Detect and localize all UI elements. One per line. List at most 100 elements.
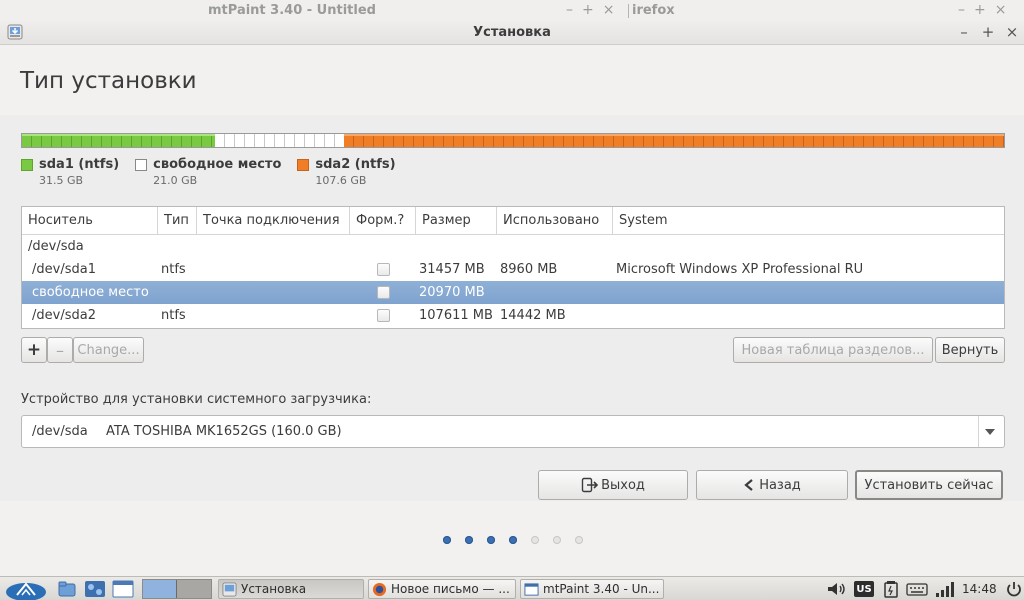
minimize-button[interactable]: – <box>954 23 974 41</box>
table-row[interactable]: /dev/sda1 ntfs 31457 MB 8960 MB Microsof… <box>22 258 1004 281</box>
system-monitor-icon[interactable] <box>84 579 106 599</box>
format-checkbox[interactable] <box>377 286 390 299</box>
background-window-titlebar: mtPaint 3.40 - Untitled –+× irefox –+× <box>0 0 1024 22</box>
new-partition-table-button[interactable]: Новая таблица разделов... <box>733 337 933 363</box>
quit-label: Выход <box>601 477 645 493</box>
table-row[interactable]: /dev/sda <box>22 235 1004 258</box>
legend-size: 21.0 GB <box>153 174 198 187</box>
keyboard-icon[interactable] <box>906 579 928 599</box>
quit-button[interactable]: Выход <box>538 470 688 500</box>
page-header: Тип установки <box>0 45 1024 115</box>
clock[interactable]: 14:48 <box>962 579 1002 599</box>
revert-button[interactable]: Вернуть <box>935 337 1005 363</box>
chevron-left-icon <box>744 479 753 491</box>
window-icon[interactable] <box>112 579 134 599</box>
mtpaint-icon <box>524 583 539 596</box>
taskbar: Установка Новое письмо — ... mtPaint 3.4… <box>0 576 1024 600</box>
task-new-mail[interactable]: Новое письмо — ... <box>368 579 516 599</box>
install-now-button[interactable]: Установить сейчас <box>855 470 1003 500</box>
exit-icon <box>581 477 599 493</box>
firefox-window-controls[interactable]: –+× <box>958 2 1015 18</box>
cell-used: 14442 MB <box>500 308 566 323</box>
column-header-format[interactable]: Форм.? <box>350 207 416 234</box>
legend-item: свободное место 21.0 GB <box>135 157 281 187</box>
add-partition-button[interactable]: + <box>21 337 47 363</box>
task-mtpaint[interactable]: mtPaint 3.40 - Un... <box>520 579 664 599</box>
cell-device: /dev/sda2 <box>32 308 96 323</box>
legend-item: sda2 (ntfs) 107.6 GB <box>297 157 396 187</box>
back-button[interactable]: Назад <box>696 470 848 500</box>
column-header-type[interactable]: Тип <box>158 207 197 234</box>
file-manager-icon[interactable] <box>58 579 76 599</box>
mtpaint-window-controls[interactable]: –+× <box>566 2 623 18</box>
window-titlebar[interactable]: Установка – + × <box>0 21 1024 45</box>
dropdown-toggle[interactable] <box>978 416 1004 447</box>
table-row[interactable]: /dev/sda2 ntfs 107611 MB 14442 MB <box>22 304 1004 327</box>
progress-dot <box>509 536 517 544</box>
cell-device: /dev/sda1 <box>32 262 96 277</box>
format-checkbox[interactable] <box>377 309 390 322</box>
cell-format <box>350 286 416 299</box>
bootloader-model: ATA TOSHIBA MK1652GS (160.0 GB) <box>106 424 342 439</box>
installer-window: Установка – + × Тип установки sda1 (ntfs… <box>0 21 1024 576</box>
table-header: Носитель Тип Точка подключения Форм.? Ра… <box>22 207 1004 235</box>
cell-type: ntfs <box>161 308 186 323</box>
task-label: Установка <box>241 582 307 596</box>
cell-device: /dev/sda <box>28 239 84 254</box>
partition-legend: sda1 (ntfs) 31.5 GB свободное место 21.0… <box>21 157 412 187</box>
partition-bar-segment-free <box>215 134 345 147</box>
partition-bar-segment-sda1 <box>22 134 216 147</box>
cell-size: 31457 MB <box>419 262 485 277</box>
bootloader-label: Устройство для установки системного загр… <box>21 392 372 407</box>
remove-partition-button[interactable]: – <box>47 337 73 363</box>
cell-format <box>350 309 416 322</box>
battery-icon[interactable] <box>884 579 898 599</box>
mtpaint-title[interactable]: mtPaint 3.40 - Untitled <box>208 3 376 18</box>
workspace-1[interactable] <box>143 580 177 598</box>
installer-icon <box>222 582 237 597</box>
progress-dot <box>531 536 539 544</box>
partition-bar <box>21 133 1005 148</box>
legend-size: 107.6 GB <box>315 174 367 187</box>
change-partition-button[interactable]: Change... <box>73 337 144 363</box>
legend-swatch-green <box>21 158 33 171</box>
column-header-device[interactable]: Носитель <box>22 207 158 234</box>
column-header-size[interactable]: Размер <box>416 207 497 234</box>
legend-label: sda2 (ntfs) <box>315 157 396 172</box>
legend-swatch-white <box>135 158 148 171</box>
column-header-system[interactable]: System <box>613 207 1004 234</box>
cell-device: свободное место <box>32 285 149 300</box>
start-menu-icon[interactable] <box>4 578 48 600</box>
firefox-title[interactable]: irefox <box>632 3 675 18</box>
progress-dot <box>487 536 495 544</box>
close-button[interactable]: × <box>1002 23 1022 41</box>
divider <box>628 4 629 18</box>
bootloader-device-select[interactable]: /dev/sda ATA TOSHIBA MK1652GS (160.0 GB) <box>21 415 1005 448</box>
back-label: Назад <box>759 477 801 493</box>
network-signal-icon[interactable] <box>934 579 956 599</box>
page-title: Тип установки <box>20 68 197 94</box>
legend-label: sda1 (ntfs) <box>39 157 120 172</box>
task-installer[interactable]: Установка <box>218 579 364 599</box>
cell-format <box>350 263 416 276</box>
column-header-mount[interactable]: Точка подключения <box>197 207 350 234</box>
cell-size: 107611 MB <box>419 308 493 323</box>
power-icon[interactable] <box>1006 579 1022 599</box>
cell-type: ntfs <box>161 262 186 277</box>
progress-dot <box>553 536 561 544</box>
progress-dots <box>443 536 597 544</box>
keyboard-layout-indicator[interactable]: US <box>854 581 874 597</box>
volume-icon[interactable] <box>826 579 848 599</box>
workspace-switcher[interactable] <box>142 579 212 599</box>
column-header-used[interactable]: Использовано <box>497 207 613 234</box>
chevron-down-icon <box>985 429 995 435</box>
partition-editor: sda1 (ntfs) 31.5 GB свободное место 21.0… <box>0 115 1024 501</box>
task-label: mtPaint 3.40 - Un... <box>543 582 660 596</box>
table-row-selected[interactable]: свободное место 20970 MB <box>22 281 1004 304</box>
format-checkbox[interactable] <box>377 263 390 276</box>
maximize-button[interactable]: + <box>978 23 998 41</box>
cell-size: 20970 MB <box>419 285 485 300</box>
legend-item: sda1 (ntfs) 31.5 GB <box>21 157 119 187</box>
partition-table: Носитель Тип Точка подключения Форм.? Ра… <box>21 206 1005 329</box>
firefox-icon <box>372 582 387 597</box>
